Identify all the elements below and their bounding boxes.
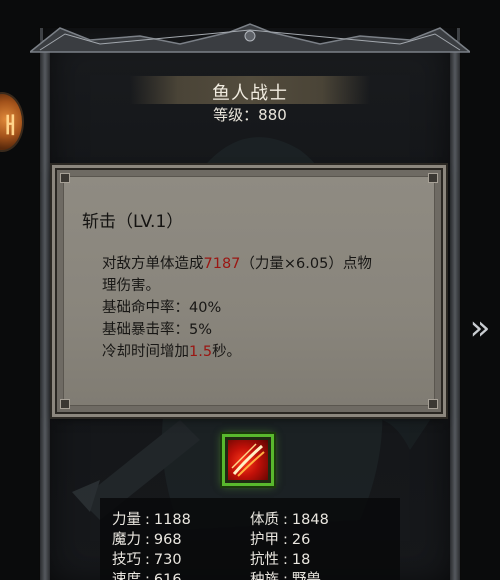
stat-label: 抗性 — [250, 552, 279, 568]
stat-value: 616 — [153, 572, 182, 580]
stats-panel: 力量:1188 魔力:968 技巧:730 速度:616 体质:1848 护甲:… — [100, 498, 400, 580]
double-chevron-right-icon[interactable]: » — [462, 308, 498, 348]
stat-race: 种族: 野兽 — [250, 568, 321, 580]
skill-description-line1: 对敌方单体造成7187（力量×6.05）点物 — [102, 253, 372, 275]
skill-cooldown: 冷却时间增加1.5秒。 — [102, 341, 241, 363]
stat-label: 魔力 — [112, 532, 141, 548]
skill-icon-art — [228, 440, 268, 480]
monster-name: 鱼人战士 — [212, 83, 288, 104]
stat-value: 968 — [153, 532, 182, 548]
skill-desc-prefix: 对敌方单体造成 — [102, 256, 204, 272]
slash-skill-icon[interactable] — [222, 434, 274, 486]
cooldown-prefix: 冷却时间增加 — [102, 344, 189, 360]
stat-speed: 速度:616 — [112, 568, 182, 580]
stat-resistance: 抗性:18 — [250, 552, 311, 568]
skill-description-line2: 理伤害。 — [102, 278, 160, 294]
cooldown-suffix: 秒。 — [212, 344, 242, 360]
skill-tooltip: 斩击（LV.1） 对敌方单体造成7187（力量×6.05）点物 理伤害。 基础命… — [55, 168, 443, 414]
stat-value: 野兽 — [291, 572, 321, 580]
skill-damage-value: 7187 — [203, 256, 241, 272]
stat-label: 速度 — [112, 572, 141, 580]
tooltip-corner — [428, 399, 438, 409]
skill-hit-rate: 基础命中率：40% — [102, 300, 222, 316]
skill-title: 斩击（LV.1） — [82, 212, 184, 232]
cooldown-value: 1.5 — [189, 344, 213, 360]
skill-desc-suffix: （力量×6.05）点物 — [240, 256, 372, 272]
panel-frame-left — [40, 40, 50, 580]
monster-level: 等级：880 — [213, 106, 287, 124]
stat-label: 体质 — [250, 512, 279, 528]
tooltip-corner — [428, 173, 438, 183]
side-orb-glyph: ㅐ — [0, 114, 21, 139]
stat-magic: 魔力:968 — [112, 532, 182, 548]
monster-info-screen: 鱼人战士 等级：880 ㅐ » 斩击（LV.1） 对敌方单体造成7187（力量×… — [0, 0, 500, 580]
stat-label: 技巧 — [112, 552, 141, 568]
stat-label: 护甲 — [250, 532, 279, 548]
stat-label: 力量 — [112, 512, 141, 528]
stat-value: 730 — [153, 552, 182, 568]
stat-value: 1848 — [291, 512, 329, 528]
panel-ornament-top — [30, 23, 470, 53]
stat-armor: 护甲:26 — [250, 532, 311, 548]
stat-skill: 技巧:730 — [112, 552, 182, 568]
tooltip-corner — [60, 399, 70, 409]
stat-value: 1188 — [153, 512, 191, 528]
stat-strength: 力量:1188 — [112, 512, 191, 528]
slash-graphic — [231, 443, 265, 477]
stat-value: 18 — [291, 552, 311, 568]
stat-value: 26 — [291, 532, 311, 548]
tooltip-corner — [60, 173, 70, 183]
panel-frame-right — [450, 40, 460, 580]
skill-crit-rate: 基础暴击率：5% — [102, 322, 213, 338]
stat-constitution: 体质:1848 — [250, 512, 329, 528]
skill-tooltip-body: 斩击（LV.1） 对敌方单体造成7187（力量×6.05）点物 理伤害。 基础命… — [60, 173, 438, 409]
stat-label: 种族 — [250, 572, 279, 580]
